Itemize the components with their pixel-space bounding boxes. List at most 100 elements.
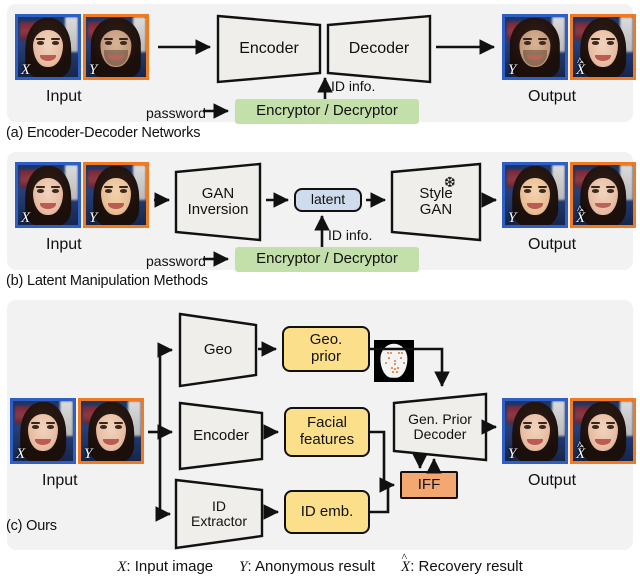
crypto-box-a: Encryptor / Decryptor: [235, 99, 419, 124]
face-thumb-input-y-a: Y: [83, 14, 149, 80]
landmark-dot: [394, 363, 396, 365]
face-brow-right: [538, 186, 547, 188]
face-eye-left: [36, 41, 44, 45]
block-gan-inversion-b: GAN Inversion: [174, 162, 262, 242]
face-eye-right: [120, 41, 128, 45]
face-brow-right: [114, 422, 123, 424]
face-tag: X: [21, 210, 31, 226]
face-brow-right: [51, 186, 60, 188]
block-geo-c: Geo: [178, 312, 258, 388]
face-eye-right: [115, 425, 123, 429]
face-brow-right: [606, 38, 615, 40]
landmark-dot: [398, 352, 400, 354]
face-eye-left: [36, 189, 44, 193]
face-thumb-output-y-a: Y: [502, 14, 568, 80]
face-tag: Y: [508, 210, 517, 226]
landmark-dot: [391, 367, 393, 369]
geo-prior-box-c: Geo. prior: [282, 326, 370, 372]
face-eye-right: [607, 41, 615, 45]
face-brow-right: [51, 38, 60, 40]
face-eye-right: [539, 189, 547, 193]
face-eye-left: [591, 189, 599, 193]
box-label-line1: Facial: [306, 414, 347, 432]
password-label-b: password: [146, 253, 206, 269]
landmark-dot: [403, 362, 405, 364]
block-gen-prior-decoder-c: Gen. Prior Decoder: [392, 392, 488, 462]
face-eye-right: [607, 189, 615, 193]
face-eye-left: [31, 425, 39, 429]
panel-caption-a: (a) Encoder-Decoder Networks: [6, 125, 201, 141]
face-tag: Y: [508, 62, 517, 78]
block-encoder-a: Encoder: [216, 14, 322, 84]
output-label-b: Output: [528, 236, 577, 253]
face-brow-left: [591, 186, 600, 188]
id-emb-box-c: ID emb.: [284, 490, 370, 534]
landmark-dot: [394, 368, 396, 370]
face-brow-left: [523, 422, 532, 424]
face-thumb-input-x-b: X: [15, 162, 81, 228]
id-info-label-b: ID info.: [328, 227, 373, 243]
face-tag: Y: [89, 62, 98, 78]
face-thumb-input-x-a: X: [15, 14, 81, 80]
face-brow-left: [104, 186, 113, 188]
id-info-label-a: ID info.: [331, 78, 376, 94]
face-brow-left: [104, 38, 113, 40]
box-label-line2: features: [299, 431, 355, 448]
face-brow-left: [591, 422, 600, 424]
legend-symbol-x: X: [117, 559, 127, 575]
face-brow-left: [523, 186, 532, 188]
face-thumb-input-y-c: Y: [78, 398, 144, 464]
legend: X: Input imageY: Anonymous resultX: Reco…: [0, 558, 640, 576]
face-brow-left: [36, 38, 45, 40]
landmark-dot: [397, 367, 399, 369]
face-brow-right: [538, 38, 547, 40]
face-brow-right: [538, 422, 547, 424]
iff-box-c: IFF: [400, 471, 458, 499]
box-label-line2: prior: [310, 348, 341, 365]
face-eye-left: [591, 425, 599, 429]
landmark-dot: [401, 352, 403, 354]
face-brow-right: [119, 186, 128, 188]
landmark-dot: [392, 371, 394, 373]
face-brow-right: [606, 186, 615, 188]
face-brow-left: [523, 38, 532, 40]
legend-text-xhat: : Recovery result: [410, 558, 523, 575]
landmark-dot: [400, 357, 402, 359]
face-thumb-output-xhat-a: X̂: [570, 14, 636, 80]
panel-caption-b: (b) Latent Manipulation Methods: [6, 273, 208, 289]
face-eye-right: [52, 189, 60, 193]
face-eye-left: [523, 189, 531, 193]
face-tag: X̂: [576, 55, 585, 77]
face-thumb-output-y-c: Y: [502, 398, 568, 464]
legend-text-y: : Anonymous result: [247, 558, 376, 575]
face-eye-left: [104, 189, 112, 193]
face-brow-left: [591, 38, 600, 40]
face-brow-left: [36, 186, 45, 188]
face-tag: X̂: [576, 203, 585, 225]
input-label-c: Input: [42, 472, 78, 489]
output-label-a: Output: [528, 88, 577, 105]
face-eye-right: [52, 41, 60, 45]
legend-symbol-xhat: X: [401, 559, 410, 575]
landmark-dot: [387, 352, 389, 354]
facial-features-box-c: Facial features: [284, 407, 370, 457]
landmark-dot: [396, 371, 398, 373]
block-id-extractor-c: ID Extractor: [174, 478, 264, 550]
legend-text-x: : Input image: [126, 558, 214, 575]
face-brow-left: [31, 422, 40, 424]
password-label-a: password: [146, 105, 206, 121]
face-eye-left: [523, 41, 531, 45]
face-tag: X̂: [576, 439, 585, 461]
face-brow-right: [119, 38, 128, 40]
face-brow-left: [99, 422, 108, 424]
face-eye-right: [539, 425, 547, 429]
block-style-gan-b: Style GAN: [390, 162, 482, 242]
crypto-box-b: Encryptor / Decryptor: [235, 247, 419, 272]
panel-caption-c: (c) Ours: [6, 518, 57, 534]
face-eye-left: [523, 425, 531, 429]
landmark-dot: [388, 357, 390, 359]
box-label-line1: Geo.: [309, 331, 343, 349]
face-eye-left: [99, 425, 107, 429]
input-label-a: Input: [46, 88, 82, 105]
face-thumb-input-y-b: Y: [83, 162, 149, 228]
